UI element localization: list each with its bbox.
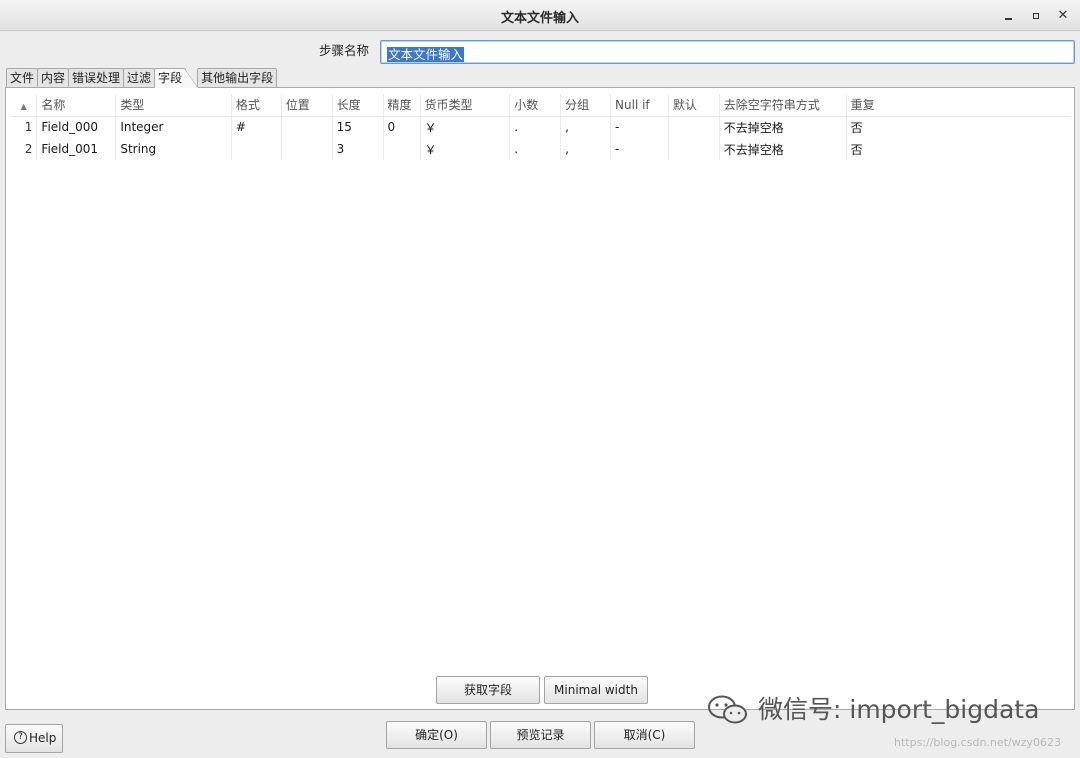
column-header[interactable]: 格式	[231, 94, 282, 117]
column-header[interactable]: 长度	[332, 94, 384, 117]
table-cell[interactable]: #	[231, 116, 282, 138]
row-number: 2	[11, 138, 38, 160]
maximize-button[interactable]	[1026, 6, 1046, 26]
table-cell[interactable]: -	[610, 138, 669, 160]
table-cell[interactable]: .	[509, 116, 562, 138]
tab-error-handling[interactable]: 错误处理	[68, 68, 125, 87]
table-cell[interactable]: Field_001	[36, 138, 117, 160]
table-cell[interactable]: 15	[332, 116, 384, 138]
column-header[interactable]: 小数	[509, 94, 562, 117]
column-header[interactable]: 重复	[846, 94, 1071, 117]
csdn-watermark: https://blog.csdn.net/wzy0623	[894, 736, 1061, 749]
fields-table[interactable]: ▲ 名称 类型 格式 位置 长度 精度 货币类型 小数 分组 Null if 默…	[11, 94, 1071, 160]
table-cell[interactable]: 3	[332, 138, 384, 160]
step-name-input[interactable]: 文本文件输入	[380, 40, 1075, 64]
column-header[interactable]: 精度	[383, 94, 421, 117]
table-cell[interactable]: 不去掉空格	[719, 116, 847, 138]
tab-content[interactable]: 内容	[37, 68, 70, 87]
step-name-value: 文本文件输入	[387, 47, 465, 62]
table-cell[interactable]: -	[610, 116, 669, 138]
minimal-width-button[interactable]: Minimal width	[544, 676, 648, 704]
table-cell[interactable]	[668, 138, 720, 160]
close-icon: ✕	[1057, 8, 1069, 23]
ok-button[interactable]: 确定(O)	[386, 721, 487, 749]
column-header[interactable]: 默认	[668, 94, 720, 117]
get-fields-button[interactable]: 获取字段	[436, 676, 540, 704]
table-cell[interactable]: .	[509, 138, 562, 160]
column-header[interactable]: 货币类型	[420, 94, 511, 117]
sort-column-header[interactable]: ▲	[11, 94, 38, 117]
title-bar: 文本文件输入 ✕	[0, 0, 1080, 31]
column-header[interactable]: 分组	[560, 94, 612, 117]
tab-bar: 文件 内容 错误处理 过滤 字段 其他输出字段	[6, 68, 278, 88]
preview-button[interactable]: 预览记录	[490, 721, 591, 749]
table-cell[interactable]	[383, 138, 421, 160]
fields-panel: ▲ 名称 类型 格式 位置 长度 精度 货币类型 小数 分组 Null if 默…	[5, 87, 1075, 710]
help-button[interactable]: ? Help	[5, 724, 63, 753]
step-name-label: 步骤名称	[319, 43, 370, 58]
table-cell[interactable]: 否	[846, 116, 1071, 138]
tab-filter[interactable]: 过滤	[123, 68, 156, 87]
table-cell[interactable]: String	[115, 138, 232, 160]
wechat-icon	[708, 695, 747, 724]
column-header[interactable]: 类型	[115, 94, 232, 117]
table-cell[interactable]	[281, 138, 333, 160]
table-row[interactable]: 2 Field_001 String 3 ￥ . , - 不去掉空格 否	[11, 138, 1071, 160]
table-cell[interactable]: Field_000	[36, 116, 117, 138]
tab-fields[interactable]: 字段	[154, 68, 199, 88]
table-cell[interactable]: 0	[383, 116, 421, 138]
table-cell[interactable]: ,	[560, 138, 612, 160]
table-cell[interactable]	[281, 116, 333, 138]
window-title: 文本文件输入	[500, 11, 579, 26]
row-number: 1	[11, 116, 38, 138]
column-header[interactable]: 位置	[281, 94, 333, 117]
table-cell[interactable]: ￥	[420, 116, 511, 138]
table-cell[interactable]: Integer	[115, 116, 232, 138]
table-cell[interactable]: 不去掉空格	[719, 138, 847, 160]
column-header[interactable]: 去除空字符串方式	[719, 94, 847, 117]
table-cell[interactable]: 否	[846, 138, 1071, 160]
table-row[interactable]: 1 Field_000 Integer # 15 0 ￥ . , - 不去掉空格…	[11, 116, 1071, 138]
cancel-button[interactable]: 取消(C)	[594, 721, 695, 749]
help-icon: ?	[14, 731, 27, 744]
maximize-icon	[1033, 12, 1039, 19]
sort-asc-icon: ▲	[20, 101, 27, 111]
table-cell[interactable]: ,	[560, 116, 612, 138]
column-header[interactable]: 名称	[36, 94, 117, 117]
tab-additional-output-fields[interactable]: 其他输出字段	[197, 68, 278, 87]
column-header[interactable]: Null if	[610, 94, 669, 117]
table-cell[interactable]	[668, 116, 720, 138]
table-cell[interactable]: ￥	[420, 138, 511, 160]
minimize-icon	[1004, 17, 1012, 20]
minimize-button[interactable]	[998, 6, 1018, 26]
close-button[interactable]: ✕	[1053, 6, 1073, 26]
table-header-row: ▲ 名称 类型 格式 位置 长度 精度 货币类型 小数 分组 Null if 默…	[11, 94, 1071, 117]
table-cell[interactable]	[231, 138, 282, 160]
wechat-watermark: 微信号: import_bigdata	[758, 695, 1040, 724]
help-button-label: Help	[29, 731, 57, 745]
tab-file[interactable]: 文件	[6, 68, 39, 87]
